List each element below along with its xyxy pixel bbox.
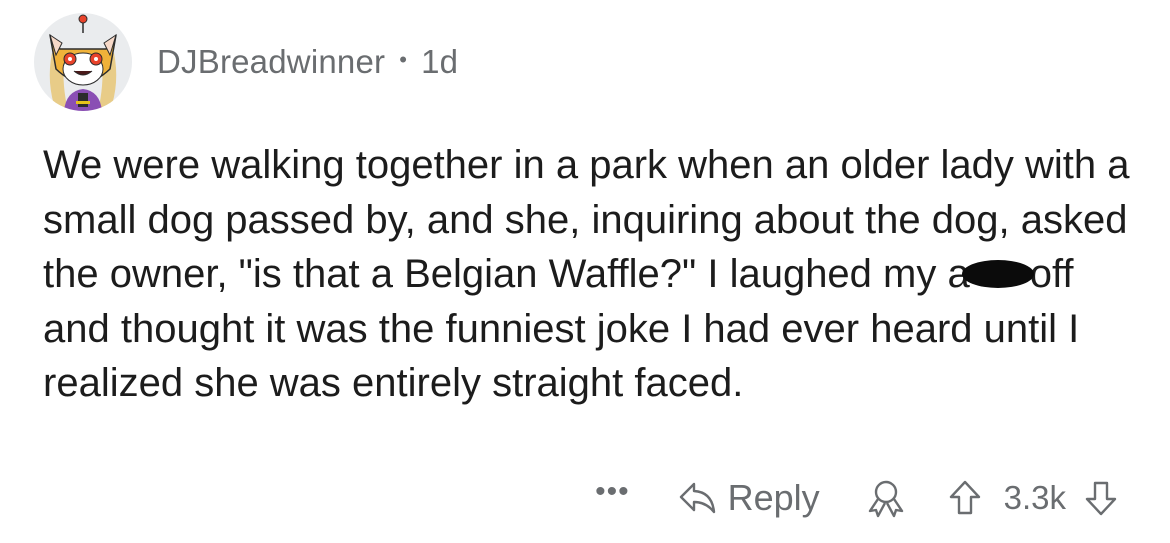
reply-label: Reply <box>727 477 820 518</box>
censor-scribble <box>961 260 1034 289</box>
reply-arrow-icon <box>679 482 715 514</box>
author-name[interactable]: DJBreadwinner <box>157 43 385 81</box>
avatar-image-icon <box>49 14 117 111</box>
downvote-arrow-icon[interactable] <box>1084 479 1118 517</box>
comment-meta: DJBreadwinner • 1d <box>157 43 458 81</box>
more-options-button[interactable]: ••• <box>595 475 630 509</box>
comment-header: DJBreadwinner • 1d <box>34 12 458 112</box>
user-avatar[interactable] <box>34 13 132 111</box>
award-icon <box>868 480 903 518</box>
meta-separator: • <box>399 47 408 72</box>
comment-age: 1d <box>421 43 459 80</box>
upvote-arrow-icon[interactable] <box>948 479 982 517</box>
vote-score: 3.3k <box>1003 479 1066 516</box>
reply-button[interactable]: Reply <box>678 477 820 519</box>
comment-actions: ••• Reply 3.3k <box>595 468 1118 528</box>
comment-body: We were walking together in a park when … <box>43 138 1143 411</box>
vote-controls: 3.3k <box>948 479 1118 517</box>
award-button[interactable] <box>864 478 908 518</box>
